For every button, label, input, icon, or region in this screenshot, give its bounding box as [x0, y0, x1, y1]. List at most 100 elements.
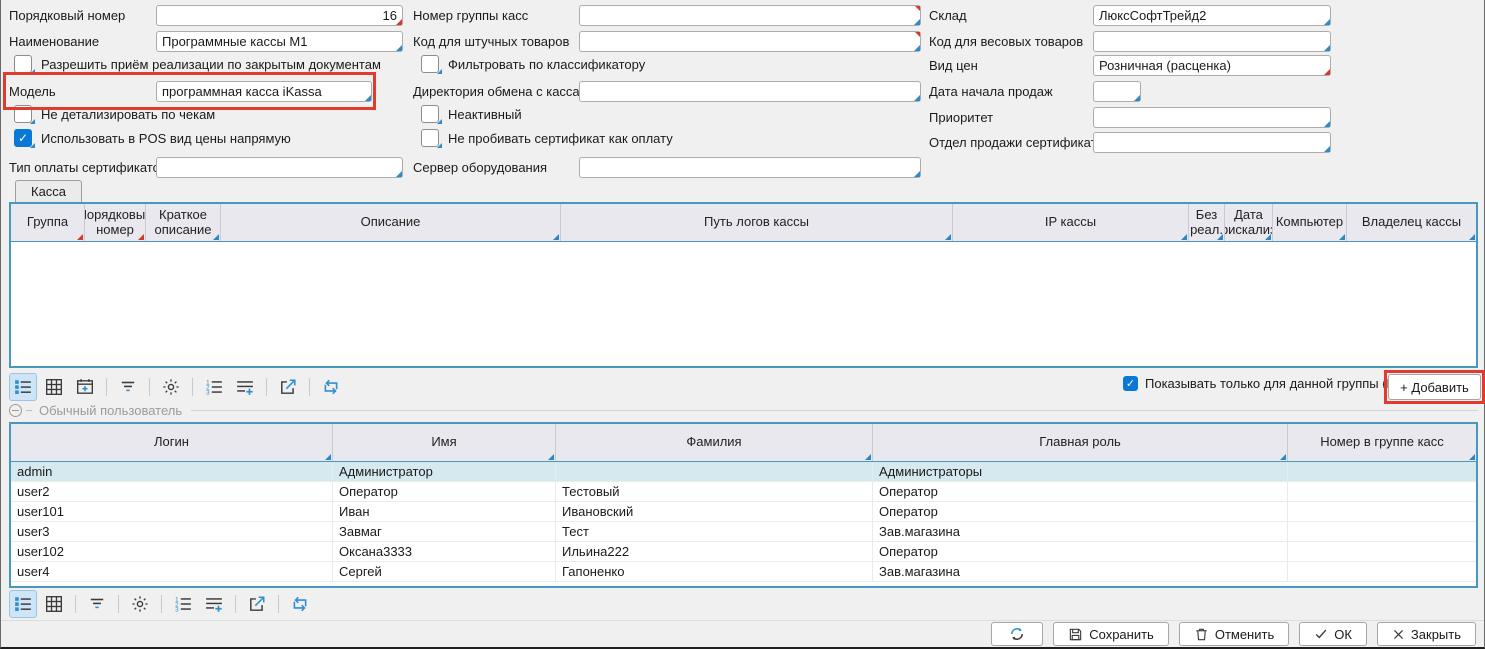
table-row[interactable]: user3 Завмаг Тест Зав.магазина — [11, 522, 1476, 542]
cell-lastname[interactable] — [556, 462, 873, 481]
cell-main-role[interactable]: Оператор — [873, 482, 1288, 501]
cash-col-ip[interactable]: IP кассы — [953, 204, 1189, 241]
cash-col-no-sales[interactable]: Без реал. — [1189, 204, 1225, 241]
users-col-group-number[interactable]: Номер в группе касс — [1288, 424, 1476, 461]
grid-view-button[interactable] — [40, 590, 68, 618]
equipment-server-field[interactable] — [579, 157, 921, 178]
cell-lastname[interactable]: Ильина222 — [556, 542, 873, 561]
add-button[interactable]: + Добавить — [1388, 374, 1481, 400]
no-detail-checks-checkbox[interactable] — [14, 105, 32, 123]
cert-payment-type-field[interactable] — [156, 157, 403, 178]
cell-group-number[interactable] — [1288, 502, 1476, 521]
group-number-input[interactable] — [580, 6, 920, 24]
filter-by-classifier-checkbox[interactable] — [421, 55, 439, 73]
cash-col-fiscal-date[interactable]: Дата фискализ. — [1225, 204, 1273, 241]
seq-number-field[interactable] — [156, 5, 403, 26]
cell-group-number[interactable] — [1288, 522, 1476, 541]
cell-login[interactable]: admin — [11, 462, 333, 481]
cell-lastname[interactable]: Тестовый — [556, 482, 873, 501]
piece-goods-code-field[interactable] — [579, 31, 921, 52]
no-cert-as-payment-checkbox[interactable] — [421, 129, 439, 147]
open-external-button[interactable] — [274, 373, 302, 401]
cash-col-owner[interactable]: Владелец кассы — [1347, 204, 1476, 241]
cell-firstname[interactable]: Администратор — [333, 462, 556, 481]
cell-firstname[interactable]: Сергей — [333, 562, 556, 581]
warehouse-field[interactable] — [1093, 5, 1331, 26]
filter-button[interactable] — [83, 590, 111, 618]
cash-col-short-desc[interactable]: Краткое описание — [146, 204, 221, 241]
cash-col-log-path[interactable]: Путь логов кассы — [561, 204, 953, 241]
cert-sales-dept-field[interactable] — [1093, 132, 1331, 153]
price-type-field[interactable] — [1093, 55, 1331, 76]
cash-col-description[interactable]: Описание — [221, 204, 561, 241]
users-col-lastname[interactable]: Фамилия — [556, 424, 873, 461]
piece-goods-code-input[interactable] — [580, 32, 920, 50]
warehouse-input[interactable] — [1094, 6, 1330, 24]
cell-main-role[interactable]: Зав.магазина — [873, 562, 1288, 581]
table-row[interactable]: user102 Оксана3333 Ильина222 Оператор — [11, 542, 1476, 562]
cash-table-body[interactable] — [11, 242, 1476, 366]
cell-firstname[interactable]: Иван — [333, 502, 556, 521]
equipment-server-input[interactable] — [580, 158, 920, 176]
numbered-list-button[interactable]: 123 — [200, 373, 228, 401]
show-only-group-checkbox[interactable]: ✓ — [1123, 376, 1138, 391]
model-field[interactable] — [156, 81, 372, 102]
table-row[interactable]: user101 Иван Ивановский Оператор — [11, 502, 1476, 522]
cell-main-role[interactable]: Администраторы — [873, 462, 1288, 481]
cert-sales-dept-input[interactable] — [1094, 133, 1330, 151]
cell-group-number[interactable] — [1288, 482, 1476, 501]
cell-login[interactable]: user4 — [11, 562, 333, 581]
seq-number-input[interactable] — [157, 6, 402, 24]
cell-group-number[interactable] — [1288, 542, 1476, 561]
cell-login[interactable]: user2 — [11, 482, 333, 501]
refresh-button[interactable] — [991, 622, 1043, 646]
weight-goods-code-field[interactable] — [1093, 31, 1331, 52]
list-view-button[interactable] — [9, 590, 37, 618]
refresh-return-button[interactable] — [317, 373, 345, 401]
collapse-icon[interactable] — [9, 404, 22, 417]
model-input[interactable] — [157, 82, 371, 100]
list-view-button[interactable] — [9, 373, 37, 401]
tab-kassa[interactable]: Касса — [15, 180, 82, 202]
open-external-button[interactable] — [243, 590, 271, 618]
price-type-input[interactable] — [1094, 56, 1330, 74]
sales-start-date-input[interactable] — [1094, 82, 1140, 100]
numbered-list-button[interactable]: 123 — [169, 590, 197, 618]
settings-button[interactable] — [126, 590, 154, 618]
settings-button[interactable] — [157, 373, 185, 401]
calendar-add-button[interactable] — [71, 373, 99, 401]
weight-goods-code-input[interactable] — [1094, 32, 1330, 50]
cancel-button[interactable]: Отменить — [1179, 622, 1289, 646]
cell-lastname[interactable]: Тест — [556, 522, 873, 541]
cell-login[interactable]: user101 — [11, 502, 333, 521]
cash-col-computer[interactable]: Компьютер — [1273, 204, 1347, 241]
use-pos-price-checkbox[interactable]: ✓ — [14, 129, 32, 147]
users-col-firstname[interactable]: Имя — [333, 424, 556, 461]
users-col-login[interactable]: Логин — [11, 424, 333, 461]
cell-login[interactable]: user3 — [11, 522, 333, 541]
cash-col-group[interactable]: Группа — [11, 204, 85, 241]
ok-button[interactable]: ОК — [1299, 622, 1367, 646]
close-button[interactable]: Закрыть — [1377, 622, 1476, 646]
exchange-dir-field[interactable] — [579, 81, 921, 102]
table-row[interactable]: admin Администратор Администраторы — [11, 462, 1476, 482]
cell-lastname[interactable]: Ивановский — [556, 502, 873, 521]
add-row-button[interactable] — [200, 590, 228, 618]
exchange-dir-input[interactable] — [580, 82, 920, 100]
cell-firstname[interactable]: Оператор — [333, 482, 556, 501]
priority-input[interactable] — [1094, 108, 1330, 126]
allow-closed-docs-checkbox[interactable] — [14, 55, 32, 73]
cell-login[interactable]: user102 — [11, 542, 333, 561]
table-row[interactable]: user4 Сергей Гапоненко Зав.магазина — [11, 562, 1476, 582]
cell-main-role[interactable]: Оператор — [873, 502, 1288, 521]
name-field[interactable] — [156, 31, 403, 52]
cell-group-number[interactable] — [1288, 462, 1476, 481]
cert-payment-type-input[interactable] — [157, 158, 402, 176]
cash-col-seq-number[interactable]: Порядковый номер — [85, 204, 146, 241]
cell-lastname[interactable]: Гапоненко — [556, 562, 873, 581]
save-button[interactable]: Сохранить — [1053, 622, 1169, 646]
sales-start-date-field[interactable] — [1093, 81, 1141, 102]
grid-view-button[interactable] — [40, 373, 68, 401]
name-input[interactable] — [157, 32, 402, 50]
inactive-checkbox[interactable] — [421, 105, 439, 123]
